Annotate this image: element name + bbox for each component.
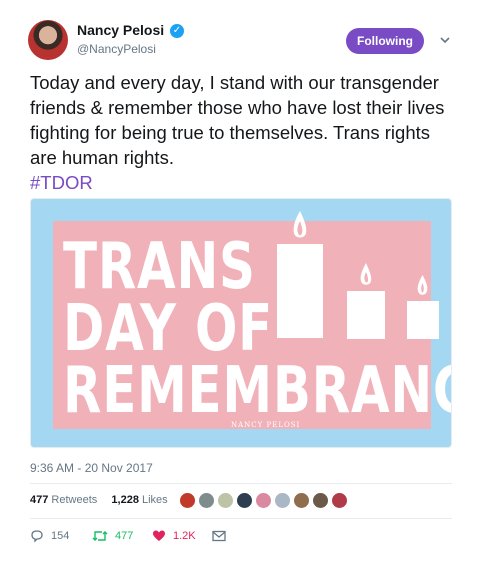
retweets-count[interactable]: 477	[30, 494, 48, 506]
liker-avatar[interactable]	[236, 492, 253, 509]
heart-icon	[153, 530, 165, 541]
reply-count: 154	[51, 530, 70, 542]
chevron-down-icon[interactable]	[438, 33, 452, 47]
liker-avatars	[179, 492, 350, 510]
verified-badge-icon: ✓	[170, 24, 184, 38]
tweet-image[interactable]: TRANS DAY OF REMEMBRANCE NANCY PELOSI	[30, 198, 452, 448]
liker-avatar[interactable]	[217, 492, 234, 509]
retweet-icon	[92, 531, 108, 541]
liker-avatar[interactable]	[293, 492, 310, 509]
direct-message-button[interactable]	[212, 527, 226, 545]
flame-small-icon	[417, 275, 428, 295]
retweets-label[interactable]: Retweets	[51, 494, 97, 506]
liker-avatar[interactable]	[312, 492, 329, 509]
like-button[interactable]: 1.2K	[152, 527, 196, 545]
reply-button[interactable]: 154	[30, 527, 69, 545]
liker-avatar[interactable]	[179, 492, 196, 509]
image-watermark: NANCY PELOSI	[231, 421, 301, 429]
tweet-body: Today and every day, I stand with our tr…	[30, 72, 445, 168]
tweet-text: Today and every day, I stand with our tr…	[30, 70, 460, 195]
flame-large-icon	[293, 211, 307, 238]
likes-count[interactable]: 1,228	[111, 494, 139, 506]
likes-label[interactable]: Likes	[142, 494, 168, 506]
hashtag-link[interactable]: #TDOR	[30, 172, 93, 193]
retweet-count: 477	[115, 530, 134, 542]
candle-small	[407, 301, 439, 339]
reply-icon	[31, 530, 43, 543]
candle-medium	[347, 291, 385, 339]
avatar[interactable]	[28, 20, 68, 60]
author-name[interactable]: Nancy Pelosi	[77, 22, 164, 38]
tweet-timestamp[interactable]: 9:36 AM - 20 Nov 2017	[30, 461, 153, 475]
divider-bottom	[30, 518, 452, 519]
liker-avatar[interactable]	[198, 492, 215, 509]
retweet-button[interactable]: 477	[92, 527, 133, 545]
candle-large	[277, 244, 323, 338]
author-handle[interactable]: @NancyPelosi	[77, 42, 156, 56]
liker-avatar[interactable]	[255, 492, 272, 509]
envelope-icon	[212, 530, 226, 542]
image-text-day-of: DAY OF	[63, 292, 274, 366]
liker-avatar[interactable]	[274, 492, 291, 509]
image-text-remembrance: REMEMBRANCE	[63, 354, 451, 428]
like-count: 1.2K	[173, 530, 196, 542]
following-button[interactable]: Following	[346, 28, 424, 54]
tweet-stats: 477 Retweets 1,228 Likes	[30, 494, 168, 506]
flame-medium-icon	[360, 263, 372, 285]
image-text-trans: TRANS	[63, 230, 256, 304]
divider-top	[30, 483, 452, 484]
liker-avatar[interactable]	[331, 492, 348, 509]
